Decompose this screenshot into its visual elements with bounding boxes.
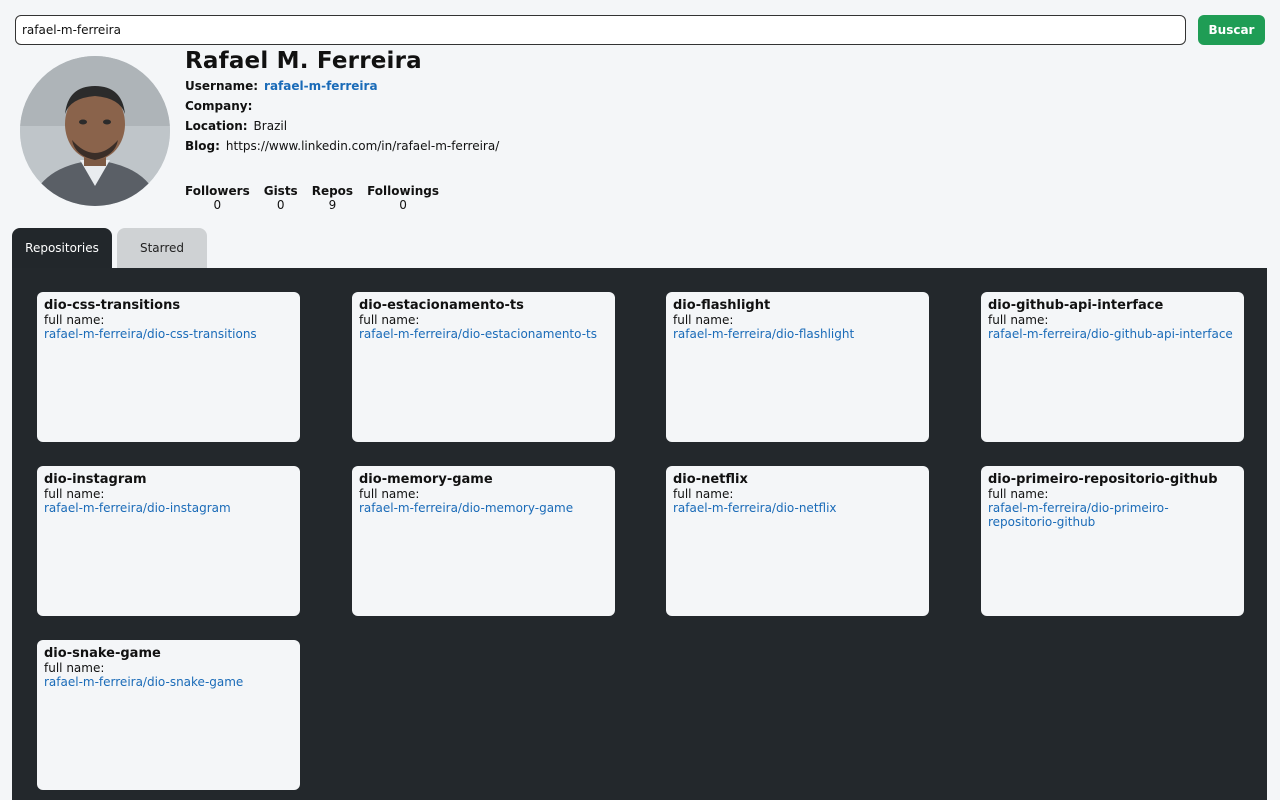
username-row: Username: rafael-m-ferreira — [185, 76, 499, 96]
repo-full-name-label: full name: — [673, 313, 734, 327]
username-label: Username: — [185, 79, 259, 93]
stat-followers: Followers 0 — [185, 184, 250, 212]
repo-full-name[interactable]: rafael-m-ferreira/dio-snake-game — [44, 675, 293, 689]
repo-name: dio-memory-game — [359, 472, 493, 487]
repo-name: dio-github-api-interface — [988, 298, 1164, 313]
stat-label: Followings — [367, 184, 439, 198]
location-value: Brazil — [253, 119, 288, 133]
company-label: Company: — [185, 99, 253, 113]
repo-card[interactable]: dio-netflix full name: rafael-m-ferreira… — [666, 466, 929, 616]
repo-full-name[interactable]: rafael-m-ferreira/dio-css-transitions — [44, 327, 293, 341]
repo-name: dio-css-transitions — [44, 298, 181, 313]
repo-name: dio-estacionamento-ts — [359, 298, 524, 313]
repo-card[interactable]: dio-github-api-interface full name: rafa… — [981, 292, 1244, 442]
repo-card[interactable]: dio-memory-game full name: rafael-m-ferr… — [352, 466, 615, 616]
repo-full-name-label: full name: — [44, 313, 105, 327]
blog-row: Blog: https://www.linkedin.com/in/rafael… — [185, 136, 499, 156]
stat-value: 0 — [276, 198, 285, 212]
location-label: Location: — [185, 119, 248, 133]
stat-label: Gists — [263, 184, 298, 198]
repo-full-name-label: full name: — [44, 661, 105, 675]
repo-full-name-label: full name: — [359, 313, 420, 327]
repo-name: dio-primeiro-repositorio-github — [988, 472, 1218, 487]
repo-full-name[interactable]: rafael-m-ferreira/dio-estacionamento-ts — [359, 327, 608, 341]
repo-card[interactable]: dio-snake-game full name: rafael-m-ferre… — [37, 640, 300, 790]
stat-label: Followers — [185, 184, 250, 198]
repo-full-name[interactable]: rafael-m-ferreira/dio-netflix — [673, 501, 922, 515]
repo-full-name-label: full name: — [988, 487, 1049, 501]
repo-card[interactable]: dio-estacionamento-ts full name: rafael-… — [352, 292, 615, 442]
repo-name: dio-snake-game — [44, 646, 161, 661]
stat-followings: Followings 0 — [367, 184, 439, 212]
repo-full-name[interactable]: rafael-m-ferreira/dio-memory-game — [359, 501, 608, 515]
location-row: Location: Brazil — [185, 116, 499, 136]
profile-stats: Followers 0 Gists 0 Repos 9 Followings 0 — [185, 184, 439, 212]
repo-card[interactable]: dio-primeiro-repositorio-github full nam… — [981, 466, 1244, 616]
profile-photo-icon — [20, 56, 170, 206]
repo-full-name[interactable]: rafael-m-ferreira/dio-primeiro-repositor… — [988, 501, 1237, 529]
repositories-panel: dio-css-transitions full name: rafael-m-… — [12, 268, 1267, 800]
repo-full-name[interactable]: rafael-m-ferreira/dio-github-api-interfa… — [988, 327, 1237, 341]
repo-full-name[interactable]: rafael-m-ferreira/dio-flashlight — [673, 327, 922, 341]
tab-repositories[interactable]: Repositories — [12, 228, 112, 268]
repo-name: dio-netflix — [673, 472, 748, 487]
profile-name: Rafael M. Ferreira — [185, 48, 422, 74]
company-row: Company: — [185, 96, 499, 116]
repo-full-name-label: full name: — [44, 487, 105, 501]
stat-label: Repos — [311, 184, 354, 198]
repo-card[interactable]: dio-instagram full name: rafael-m-ferrei… — [37, 466, 300, 616]
repo-full-name-label: full name: — [673, 487, 734, 501]
blog-label: Blog: — [185, 139, 220, 153]
repo-card[interactable]: dio-css-transitions full name: rafael-m-… — [37, 292, 300, 442]
profile-info: Rafael M. Ferreira Username: rafael-m-fe… — [185, 46, 499, 156]
stat-repos: Repos 9 — [312, 184, 353, 212]
stat-value: 0 — [399, 198, 407, 212]
username-link[interactable]: rafael-m-ferreira — [264, 76, 378, 96]
repo-full-name-label: full name: — [359, 487, 420, 501]
blog-value: https://www.linkedin.com/in/rafael-m-fer… — [225, 139, 500, 153]
stat-gists: Gists 0 — [264, 184, 298, 212]
repo-full-name[interactable]: rafael-m-ferreira/dio-instagram — [44, 501, 293, 515]
stat-value: 0 — [213, 198, 222, 212]
repo-full-name-label: full name: — [988, 313, 1049, 327]
repo-name: dio-flashlight — [673, 298, 771, 313]
search-button[interactable]: Buscar — [1198, 15, 1265, 45]
tab-bar: Repositories Starred — [12, 228, 207, 268]
tab-starred[interactable]: Starred — [117, 228, 207, 268]
avatar — [20, 56, 170, 206]
repo-card[interactable]: dio-flashlight full name: rafael-m-ferre… — [666, 292, 929, 442]
search-input[interactable] — [15, 15, 1186, 45]
stat-value: 9 — [328, 198, 337, 212]
repo-name: dio-instagram — [44, 472, 147, 487]
